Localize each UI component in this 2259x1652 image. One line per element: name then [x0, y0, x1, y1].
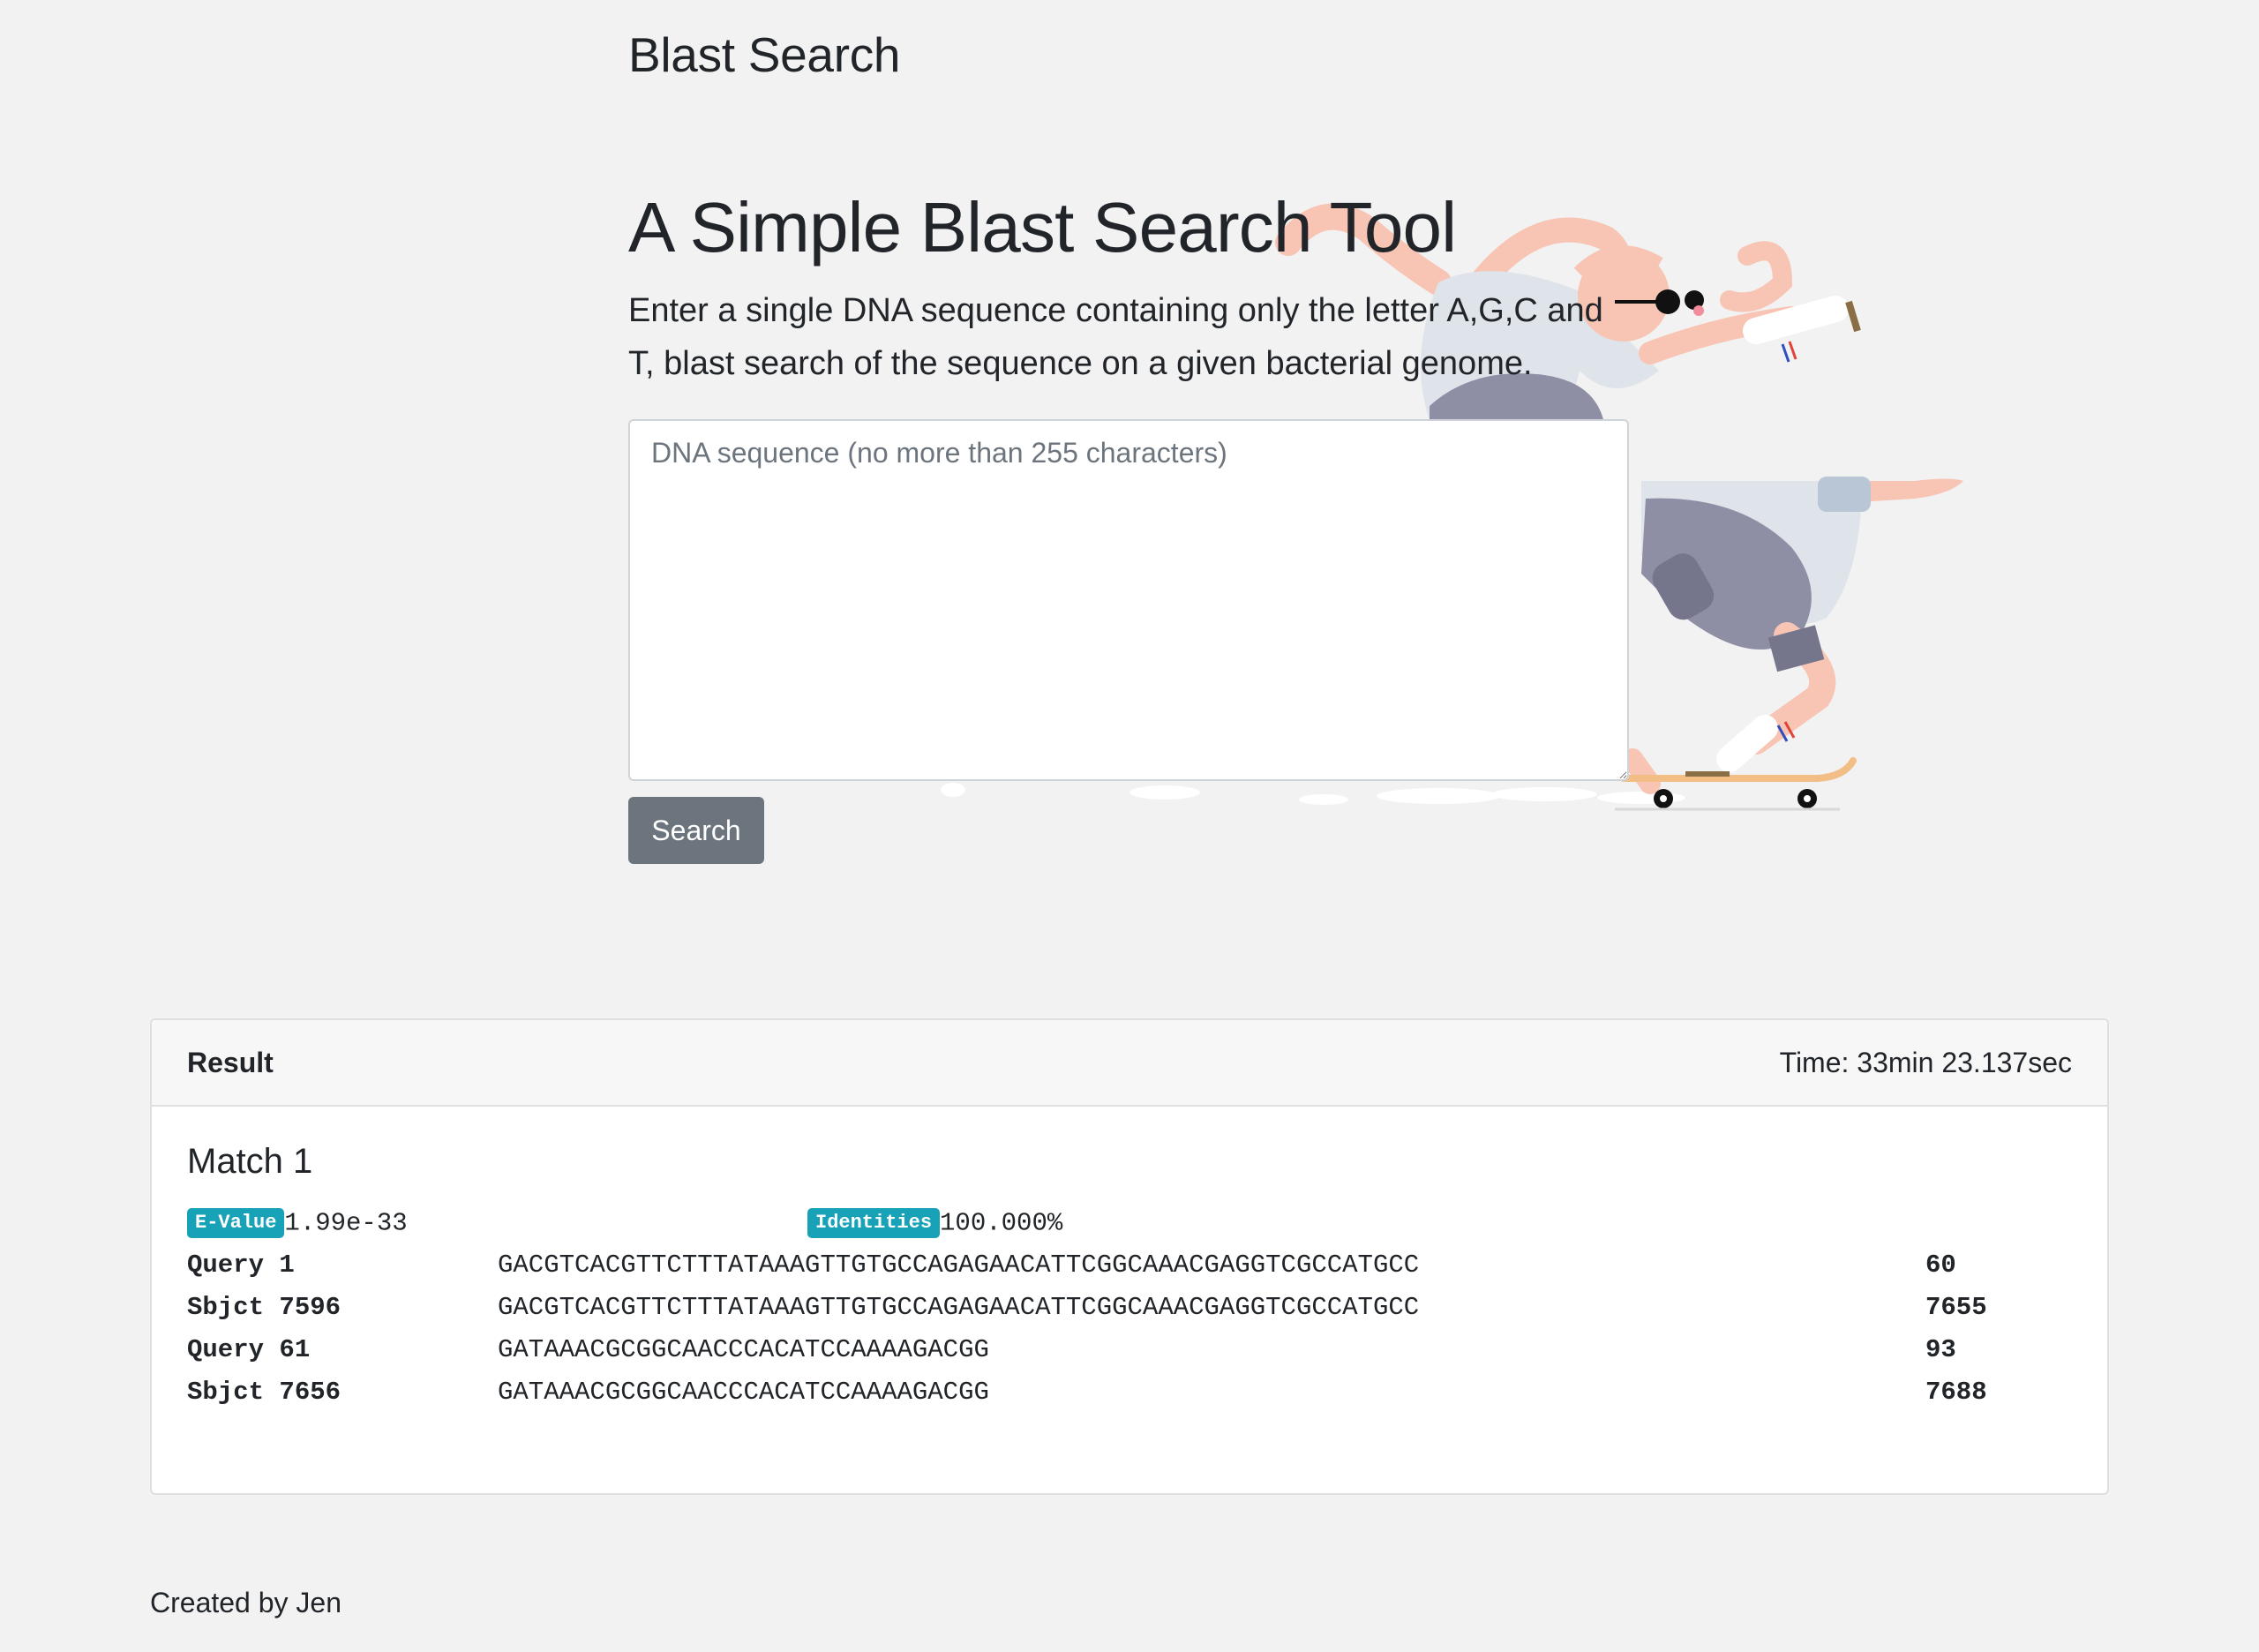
dna-sequence-input[interactable]: [628, 419, 1629, 781]
evalue-metric: E-Value 1.99e-33: [187, 1208, 408, 1238]
navbar-brand[interactable]: Blast Search: [628, 26, 901, 83]
evalue-value: 1.99e-33: [284, 1208, 408, 1238]
identities-metric: Identities 100.000%: [807, 1208, 1062, 1238]
identities-value: 100.000%: [940, 1208, 1063, 1238]
alignment-label: Query 61: [187, 1335, 311, 1364]
search-button[interactable]: Search: [628, 797, 764, 864]
alignment-label: Query 1: [187, 1250, 295, 1280]
alignment-end: 60: [1925, 1250, 1956, 1280]
match-title: Match 1: [187, 1142, 313, 1181]
result-card: Result Time: 33min 23.137sec Match 1 E-V…: [150, 1018, 2109, 1495]
result-time: Time: 33min 23.137sec: [1779, 1046, 2072, 1078]
result-title: Result: [187, 1046, 274, 1078]
result-header: Result Time: 33min 23.137sec: [152, 1020, 2107, 1107]
alignment-row: Sbjct 7596 GACGTCACGTTCTTTATAAAGTTGTGCCA…: [187, 1293, 2040, 1335]
alignment-label: Sbjct 7656: [187, 1378, 341, 1407]
identities-badge: Identities: [807, 1208, 941, 1238]
alignment-end: 93: [1925, 1335, 1956, 1364]
alignment-row: Sbjct 7656 GATAAACGCGGCAACCCACATCCAAAAGA…: [187, 1378, 2040, 1420]
page-description: Enter a single DNA sequence containing o…: [628, 292, 1603, 382]
alignment-end: 7688: [1925, 1378, 1987, 1407]
alignment-sequence: GACGTCACGTTCTTTATAAAGTTGTGCCAGAGAACATTCG…: [498, 1250, 1420, 1280]
alignment-sequence: GACGTCACGTTCTTTATAAAGTTGTGCCAGAGAACATTCG…: [498, 1293, 1420, 1322]
alignment-row: Query 61 GATAAACGCGGCAACCCACATCCAAAAGACG…: [187, 1335, 2040, 1378]
alignment-sequence: GATAAACGCGGCAACCCACATCCAAAAGACGG: [498, 1378, 989, 1407]
page-title: A Simple Blast Search Tool: [628, 188, 1457, 267]
alignment-label: Sbjct 7596: [187, 1293, 341, 1322]
alignment-end: 7655: [1925, 1293, 1987, 1322]
alignment-sequence: GATAAACGCGGCAACCCACATCCAAAAGACGG: [498, 1335, 989, 1364]
footer-credit: Created by Jen: [150, 1587, 342, 1618]
evalue-badge: E-Value: [187, 1208, 285, 1238]
alignment-row: Query 1 GACGTCACGTTCTTTATAAAGTTGTGCCAGAG…: [187, 1250, 2040, 1293]
